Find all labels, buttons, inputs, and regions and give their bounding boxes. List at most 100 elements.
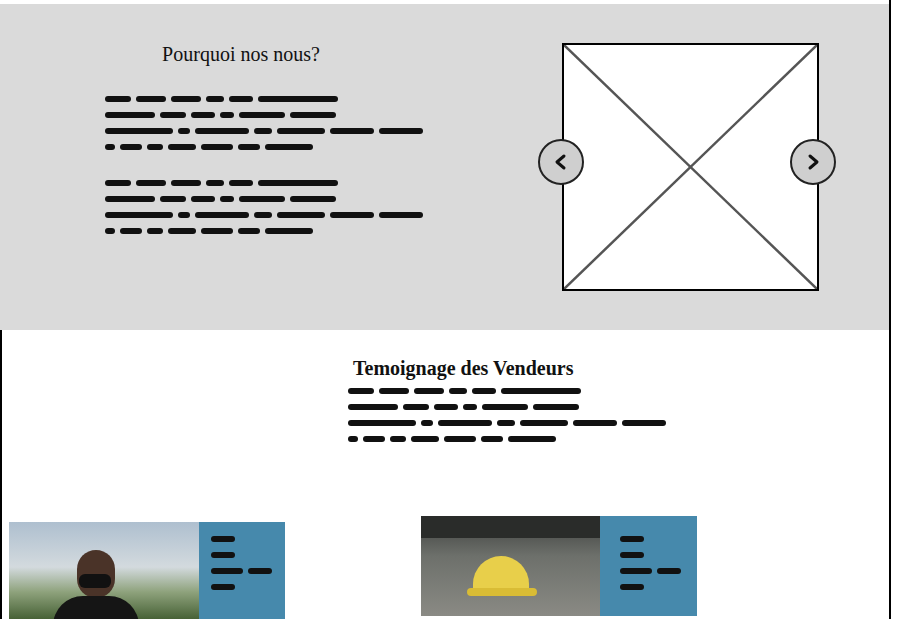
placeholder-word: [379, 388, 409, 394]
placeholder-word: [211, 568, 243, 574]
placeholder-word: [239, 196, 285, 202]
placeholder-word: [105, 228, 115, 234]
placeholder-word: [171, 180, 201, 186]
placeholder-word: [254, 128, 272, 134]
placeholder-line: [348, 420, 612, 426]
placeholder-word: [168, 144, 196, 150]
placeholder-word: [533, 404, 579, 410]
placeholder-word: [238, 228, 260, 234]
placeholder-word: [229, 96, 253, 102]
page-frame: Pourquoi nos nous? Temoignage des Vendeu…: [0, 0, 891, 619]
placeholder-word: [211, 536, 235, 542]
chevron-left-icon: [552, 153, 570, 171]
placeholder-word: [390, 436, 406, 442]
why-text-column: Pourquoi nos nous?: [0, 4, 482, 330]
placeholder-line: [211, 536, 285, 542]
placeholder-word: [444, 436, 476, 442]
placeholder-word: [449, 388, 467, 394]
placeholder-word: [220, 196, 234, 202]
placeholder-word: [657, 568, 681, 574]
placeholder-word: [248, 568, 272, 574]
next-button[interactable]: [790, 139, 836, 185]
placeholder-word: [277, 128, 325, 134]
why-section: Pourquoi nos nous?: [0, 4, 889, 330]
placeholder-word: [206, 96, 224, 102]
placeholder-word: [620, 584, 644, 590]
image-carousel: [562, 43, 819, 291]
placeholder-word: [573, 420, 617, 426]
placeholder-word: [421, 420, 433, 426]
placeholder-word: [482, 404, 528, 410]
placeholder-line: [105, 212, 369, 218]
placeholder-word: [147, 228, 163, 234]
chevron-right-icon: [804, 153, 822, 171]
placeholder-line: [620, 568, 697, 574]
placeholder-word: [620, 536, 644, 542]
placeholder-word: [481, 436, 503, 442]
placeholder-line: [620, 584, 697, 590]
placeholder-word: [258, 96, 338, 102]
helmet-brim-shape: [467, 588, 537, 596]
placeholder-word: [348, 436, 358, 442]
mask-shape: [79, 574, 111, 588]
placeholder-word: [414, 388, 444, 394]
placeholder-word: [620, 552, 644, 558]
placeholder-word: [191, 112, 215, 118]
placeholder-word: [501, 388, 581, 394]
placeholder-word: [105, 144, 115, 150]
placeholder-line: [105, 144, 369, 150]
testimonial-card: [421, 516, 697, 616]
testimonials-heading: Temoignage des Vendeurs: [353, 330, 889, 380]
placeholder-word: [622, 420, 666, 426]
placeholder-word: [178, 128, 190, 134]
placeholder-word: [239, 112, 285, 118]
vendor-photo: [421, 516, 600, 616]
placeholder-word: [258, 180, 338, 186]
placeholder-word: [195, 212, 249, 218]
placeholder-word: [472, 388, 496, 394]
page: Pourquoi nos nous? Temoignage des Vendeu…: [0, 0, 899, 619]
placeholder-word: [211, 584, 235, 590]
roof-shape: [421, 516, 600, 538]
placeholder-word: [463, 404, 477, 410]
placeholder-word: [348, 420, 416, 426]
placeholder-word: [195, 128, 249, 134]
placeholder-word: [105, 112, 155, 118]
placeholder-word: [379, 128, 423, 134]
placeholder-word: [238, 144, 260, 150]
placeholder-line: [620, 536, 697, 542]
placeholder-line: [348, 404, 612, 410]
testimonials-paragraph: [348, 388, 612, 442]
placeholder-line: [348, 436, 612, 442]
placeholder-word: [277, 212, 325, 218]
placeholder-word: [168, 228, 196, 234]
placeholder-word: [229, 180, 253, 186]
placeholder-word: [191, 196, 215, 202]
placeholder-word: [434, 404, 458, 410]
placeholder-word: [265, 144, 313, 150]
why-paragraph: [105, 96, 369, 150]
testimonial-card: [9, 522, 285, 619]
placeholder-line: [105, 96, 369, 102]
testimonial-cards: [2, 516, 889, 619]
placeholder-word: [290, 112, 336, 118]
placeholder-word: [508, 436, 556, 442]
placeholder-word: [120, 144, 142, 150]
previous-button[interactable]: [538, 139, 584, 185]
placeholder-word: [348, 388, 374, 394]
placeholder-word: [136, 96, 166, 102]
testimonial-text: [199, 522, 285, 619]
image-placeholder-icon: [564, 45, 817, 289]
placeholder-word: [201, 228, 233, 234]
placeholder-word: [160, 112, 186, 118]
placeholder-word: [136, 180, 166, 186]
placeholder-word: [211, 552, 235, 558]
placeholder-word: [403, 404, 429, 410]
placeholder-word: [206, 180, 224, 186]
placeholder-word: [201, 144, 233, 150]
why-heading: Pourquoi nos nous?: [0, 4, 482, 66]
placeholder-word: [348, 404, 398, 410]
body-shape: [53, 596, 139, 619]
placeholder-word: [160, 196, 186, 202]
vendor-photo: [9, 522, 199, 619]
